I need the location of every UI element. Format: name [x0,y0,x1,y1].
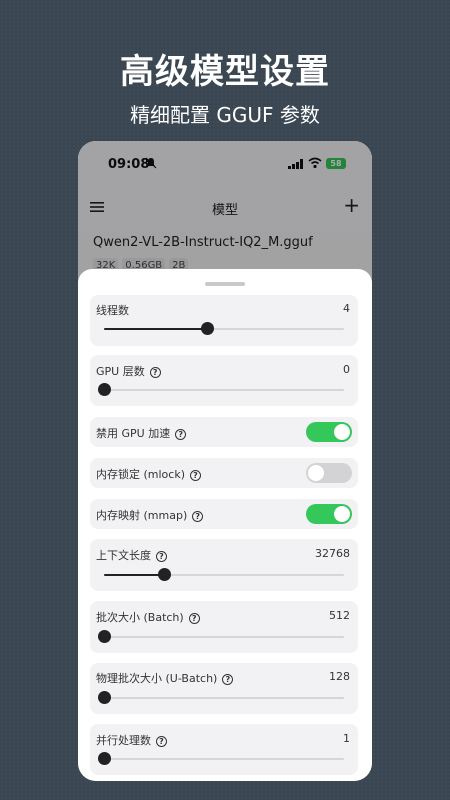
setting-mmap: 内存映射 (mmap)? [90,499,358,529]
setting-gpu-layers: GPU 层数? 0 [90,355,358,406]
settings-sheet: 线程数 4 GPU 层数? 0 禁用 GPU 加速? 内存锁定 (mlock) … [78,269,372,781]
gpu-layers-slider-thumb[interactable] [98,383,111,396]
threads-slider-thumb[interactable] [201,322,215,335]
mmap-toggle[interactable] [306,504,352,524]
ubatch-label-group: 物理批次大小 (U-Batch)? [96,670,234,686]
disable-gpu-label-group: 禁用 GPU 加速? [96,425,187,441]
parallel-slider[interactable] [98,752,344,765]
batch-label-group: 批次大小 (Batch)? [96,609,200,625]
batch-slider-thumb[interactable] [98,630,111,643]
gpu-layers-label: GPU 层数 [96,365,145,378]
setting-parallel: 并行处理数? 1 [90,724,358,775]
ubatch-value: 128 [329,670,350,683]
gpu-layers-slider[interactable] [98,383,344,396]
help-icon[interactable]: ? [149,367,161,378]
toggle-knob [308,465,324,481]
context-length-slider[interactable] [104,568,344,581]
mlock-toggle[interactable] [306,463,352,483]
mlock-label-group: 内存锁定 (mlock)? [96,466,201,482]
disable-gpu-label: 禁用 GPU 加速 [96,427,171,440]
context-length-slider-thumb[interactable] [158,568,171,581]
mmap-label-group: 内存映射 (mmap)? [96,507,204,523]
ubatch-label: 物理批次大小 (U-Batch) [96,672,218,685]
threads-label: 线程数 [96,304,129,317]
help-icon[interactable]: ? [222,674,234,685]
toggle-knob [334,424,350,440]
disable-gpu-toggle[interactable] [306,422,352,442]
setting-batch: 批次大小 (Batch)? 512 [90,601,358,653]
context-length-slider-fill [104,574,164,576]
setting-mlock: 内存锁定 (mlock)? [90,458,358,488]
threads-slider[interactable] [104,322,344,335]
batch-value: 512 [329,609,350,622]
parallel-label-group: 并行处理数? [96,732,167,748]
gpu-layers-value: 0 [343,363,350,376]
ubatch-slider-thumb[interactable] [98,691,111,704]
parallel-slider-thumb[interactable] [98,752,111,765]
parallel-label: 并行处理数 [96,734,151,747]
setting-threads: 线程数 4 [90,295,358,346]
parallel-value: 1 [343,732,350,745]
setting-context-length: 上下文长度? 32768 [90,539,358,591]
threads-slider-fill [104,328,208,330]
phone-screen: 09:08 58 模型 + Qwen2-VL-2B-Instruct-IQ2_M… [78,141,372,781]
context-length-label: 上下文长度 [96,549,151,562]
help-icon[interactable]: ? [175,429,187,440]
help-icon[interactable]: ? [188,613,200,624]
mlock-label: 内存锁定 (mlock) [96,468,185,481]
help-icon[interactable]: ? [156,736,167,747]
promo-title: 高级模型设置 [120,52,330,92]
ubatch-slider[interactable] [98,691,344,704]
sheet-grabber[interactable] [205,282,245,286]
setting-ubatch: 物理批次大小 (U-Batch)? 128 [90,663,358,714]
toggle-knob [334,506,350,522]
mmap-label: 内存映射 (mmap) [96,509,188,522]
gpu-layers-label-group: GPU 层数? [96,363,161,379]
promo-subtitle: 精细配置 GGUF 参数 [130,103,320,127]
context-length-label-group: 上下文长度? [96,547,167,563]
batch-label: 批次大小 (Batch) [96,611,184,624]
context-length-value: 32768 [315,547,350,560]
help-icon[interactable]: ? [190,470,201,481]
setting-disable-gpu: 禁用 GPU 加速? [90,417,358,447]
threads-value: 4 [343,302,350,315]
help-icon[interactable]: ? [192,511,204,522]
batch-slider[interactable] [98,630,344,643]
help-icon[interactable]: ? [156,551,167,562]
